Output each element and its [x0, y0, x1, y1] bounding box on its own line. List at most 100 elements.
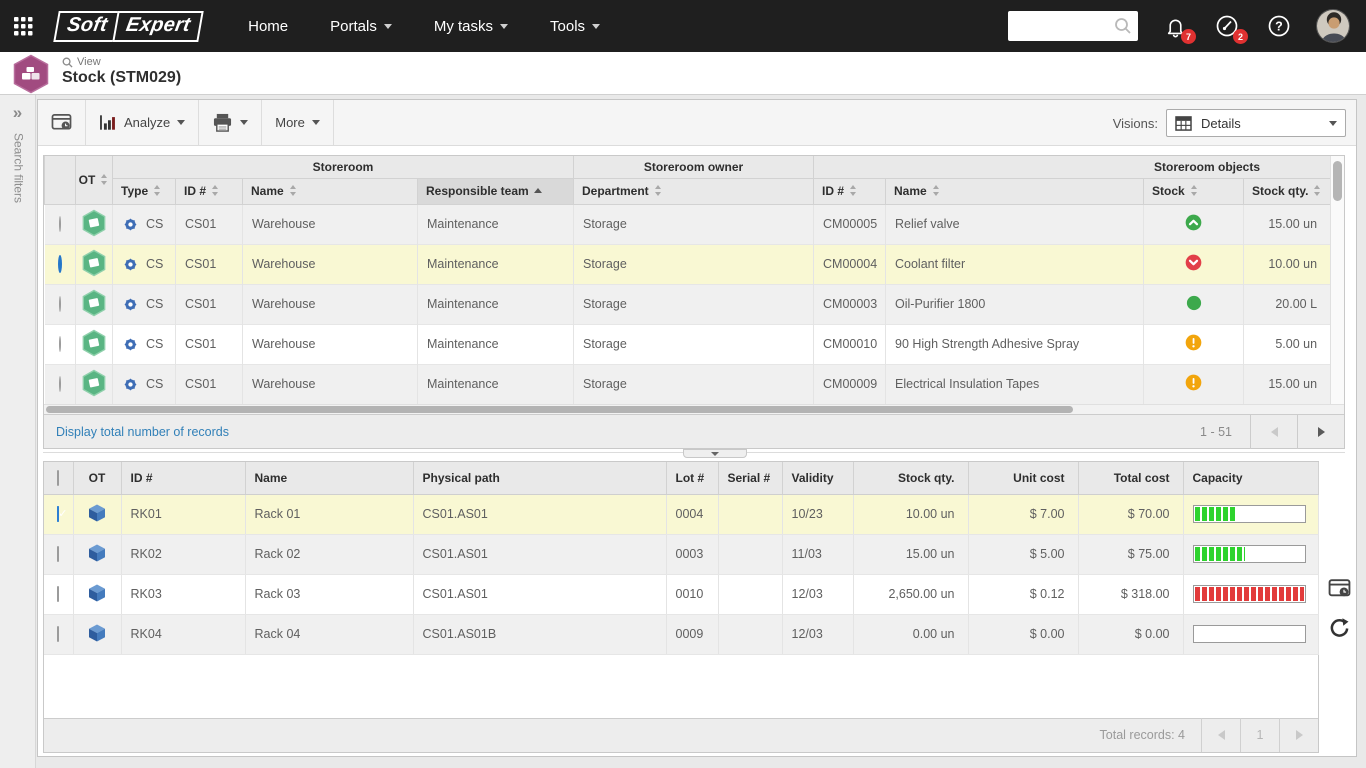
col-object-id[interactable]: ID #: [814, 178, 886, 204]
col-rack-id[interactable]: ID #: [121, 462, 245, 494]
next-page-button[interactable]: [1297, 415, 1344, 449]
rack-qty-cell: 15.00 un: [853, 534, 968, 574]
gear-icon: [122, 336, 139, 353]
menu-my-tasks[interactable]: My tasks: [413, 0, 529, 52]
col-ot[interactable]: OT: [76, 156, 113, 204]
col-total-cost[interactable]: Total cost: [1078, 462, 1183, 494]
id-cell: CS01: [176, 364, 243, 404]
rack-id-cell: RK03: [121, 574, 245, 614]
softexpert-logo[interactable]: SoftExpert: [56, 11, 201, 42]
col-unit-cost[interactable]: Unit cost: [968, 462, 1078, 494]
capacity-cell: [1183, 494, 1318, 534]
col-stock-qty-label: Stock qty.: [1252, 184, 1308, 198]
col-responsible-team[interactable]: Responsible team: [418, 178, 574, 204]
total-records-label: Total records: 4: [1100, 728, 1185, 742]
stock-ok-icon: [1186, 295, 1202, 311]
col-serial[interactable]: Serial #: [718, 462, 782, 494]
col-department[interactable]: Department: [574, 178, 814, 204]
row-checkbox[interactable]: [57, 506, 59, 522]
col-physical-path[interactable]: Physical path: [413, 462, 666, 494]
col-type[interactable]: Type: [113, 178, 176, 204]
row-radio[interactable]: [59, 216, 61, 232]
col-team-label: Responsible team: [426, 184, 529, 198]
col-validity[interactable]: Validity: [782, 462, 853, 494]
col-capacity[interactable]: Capacity: [1183, 462, 1318, 494]
svg-text:?: ?: [1275, 19, 1283, 33]
search-filters-label: Search filters: [10, 133, 26, 203]
display-total-records-link[interactable]: Display total number of records: [56, 425, 229, 439]
col-rack-ot[interactable]: OT: [73, 462, 121, 494]
menu-portals[interactable]: Portals: [309, 0, 413, 52]
capacity-bar: [1193, 625, 1306, 643]
lot-cell: 0009: [666, 614, 718, 654]
visions-dropdown[interactable]: Details: [1166, 109, 1346, 137]
menu-home[interactable]: Home: [227, 0, 309, 52]
row-radio[interactable]: [59, 376, 61, 392]
serial-cell: [718, 614, 782, 654]
user-avatar[interactable]: [1316, 9, 1350, 43]
col-object-name[interactable]: Name: [886, 178, 1144, 204]
ot-icon-cell: [73, 574, 121, 614]
row-checkbox[interactable]: [57, 586, 59, 602]
refresh-button[interactable]: [1328, 617, 1351, 645]
team-cell: Maintenance: [418, 284, 574, 324]
view-record-button[interactable]: [38, 100, 86, 145]
help-button[interactable]: ?: [1264, 11, 1294, 41]
object-name-cell: Electrical Insulation Tapes: [886, 364, 1144, 404]
col-stock-qty[interactable]: Stock qty.: [1244, 178, 1331, 204]
select-all-checkbox[interactable]: [57, 470, 59, 486]
type-cell: CS: [113, 284, 176, 324]
row-checkbox[interactable]: [57, 626, 59, 642]
row-radio[interactable]: [59, 336, 61, 352]
serial-cell: [718, 574, 782, 614]
ot-icon-cell: [73, 614, 121, 654]
capacity-bar: [1193, 505, 1306, 523]
horizontal-scrollbar-thumb[interactable]: [46, 406, 1073, 413]
id-cell: CS01: [176, 284, 243, 324]
department-cell: Storage: [574, 244, 814, 284]
validity-cell: 12/03: [782, 614, 853, 654]
component-icon: [12, 54, 50, 99]
col-id[interactable]: ID #: [176, 178, 243, 204]
vertical-scrollbar-thumb[interactable]: [1333, 161, 1342, 201]
expand-filters-button[interactable]: »: [0, 95, 35, 123]
row-radio[interactable]: [58, 255, 62, 273]
visions-label: Visions:: [1113, 116, 1158, 131]
qty-cell: 5.00 un: [1244, 324, 1331, 364]
print-button[interactable]: [199, 100, 262, 145]
col-rack-qty[interactable]: Stock qty.: [853, 462, 968, 494]
col-lot[interactable]: Lot #: [666, 462, 718, 494]
more-button[interactable]: More: [262, 100, 334, 145]
row-radio[interactable]: [59, 296, 61, 312]
group-storeroom-objects: Storeroom objects: [814, 156, 1331, 178]
storeroom-row: CSCS01WarehouseMaintenanceStorageCM00005…: [45, 204, 1331, 244]
ot-icon-cell: [76, 204, 113, 244]
analyze-button[interactable]: Analyze: [86, 100, 199, 145]
rack-table-empty-area: [44, 655, 1318, 718]
qty-cell: 15.00 un: [1244, 204, 1331, 244]
splitter-handle[interactable]: [683, 449, 747, 458]
storeroom-hexagon-icon: [81, 369, 107, 397]
row-checkbox[interactable]: [57, 546, 59, 562]
col-type-label: Type: [121, 184, 148, 198]
view-record-side-button[interactable]: [1328, 578, 1351, 604]
menu-tools[interactable]: Tools: [529, 0, 621, 52]
app-grid-icon[interactable]: [0, 0, 46, 52]
col-name[interactable]: Name: [243, 178, 418, 204]
sort-icon: [1190, 185, 1199, 196]
col-name-label: Name: [251, 184, 284, 198]
horizontal-scrollbar: [44, 404, 1344, 414]
col-stock[interactable]: Stock: [1144, 178, 1244, 204]
vertical-scrollbar: [1330, 156, 1344, 404]
department-cell: Storage: [574, 284, 814, 324]
notifications-button[interactable]: 7: [1160, 11, 1190, 41]
ot-icon-cell: [73, 494, 121, 534]
total-cost-cell: $ 0.00: [1078, 614, 1183, 654]
chevron-down-icon: [240, 120, 248, 125]
pending-tasks-button[interactable]: 2: [1212, 11, 1242, 41]
team-cell: Maintenance: [418, 244, 574, 284]
id-cell: CS01: [176, 324, 243, 364]
col-rack-name[interactable]: Name: [245, 462, 413, 494]
validity-cell: 12/03: [782, 574, 853, 614]
object-id-cell: CM00003: [814, 284, 886, 324]
